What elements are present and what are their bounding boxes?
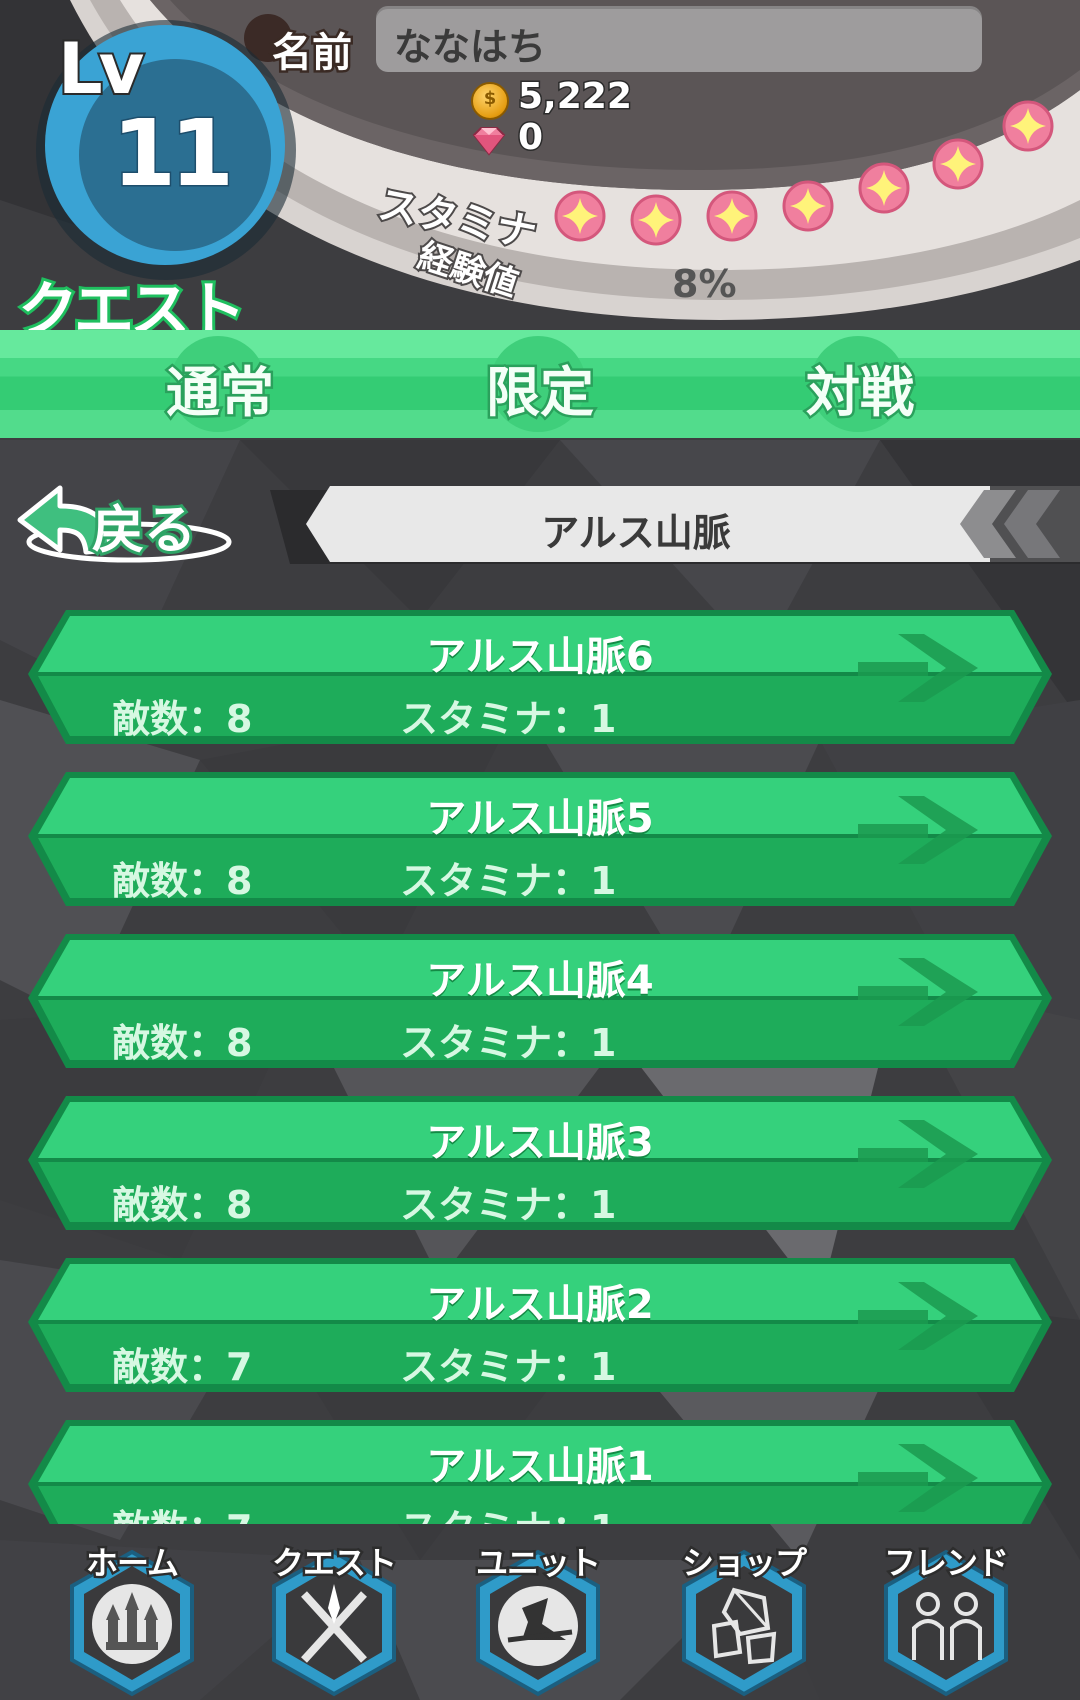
stage-card-1[interactable]: アルス山脈1 敵数：7 スタミナ：1 [28,1416,1052,1524]
stage-list: アルス山脈6 敵数：8 スタミナ：1 アルス山脈5 敵数：8 スタミナ：1 アル… [0,600,1080,1524]
stamina-star-icon [782,180,834,232]
exp-percent: 8% [672,262,737,306]
stage-name: アルス山脈6 [426,634,654,680]
stage-card-5[interactable]: アルス山脈5 敵数：8 スタミナ：1 [28,768,1052,910]
nav-label: ユニット [473,1542,603,1585]
stage-name: アルス山脈4 [426,958,654,1004]
stage-name: アルス山脈2 [426,1282,654,1328]
stage-enemy-count: 敵数：8 [112,1183,253,1227]
stage-name: アルス山脈5 [426,796,654,842]
stage-stamina-cost: スタミナ：1 [400,1345,617,1389]
nav-label: ホーム [83,1542,181,1585]
stage-enemy-count: 敵数：7 [112,1498,252,1524]
gem-icon [472,127,506,156]
stamina-star-icon [706,190,758,242]
stage-enemy-count: 敵数：7 [112,1345,253,1389]
stage-card-6[interactable]: アルス山脈6 敵数：8 スタミナ：1 [28,606,1052,748]
stage-card-2[interactable]: アルス山脈2 敵数：7 スタミナ：1 [28,1254,1052,1396]
coin-icon: $ [471,82,509,120]
quest-tab-bar: 通常 限定 対戦 [0,330,1080,438]
level-label: Lv [56,26,146,112]
stamina-star-icon [1002,100,1054,152]
stage-stamina-cost: スタミナ：1 [400,859,617,903]
back-button[interactable]: 戻る [14,480,244,580]
name-label: 名前 [270,28,355,79]
player-name: ななはち [394,25,547,69]
tab-limited[interactable]: 限定 [380,330,700,438]
nav-friend[interactable]: フレンド [866,1524,1026,1700]
stamina-star-icon [630,194,682,246]
player-status-header: Lv 11 クエスト 名前 ななはち $ 5,222 0 スタミナ 経験値 8% [0,0,1080,349]
nav-label: クエスト [269,1542,399,1585]
stage-card-3[interactable]: アルス山脈3 敵数：8 スタミナ：1 [28,1092,1052,1234]
stamina-star-icon [932,138,984,190]
player-name-field[interactable]: ななはち [376,6,982,72]
stamina-star-icon [554,190,606,242]
nav-quest[interactable]: クエスト [254,1524,414,1700]
area-title: アルス山脈 [541,511,731,555]
nav-unit[interactable]: ユニット [458,1524,618,1700]
tab-battle[interactable]: 対戦 [700,330,1020,438]
stamina-star-icon [858,162,910,214]
stage-enemy-count: 敵数：8 [112,859,253,903]
nav-label: ショップ [679,1542,809,1585]
stage-name: アルス山脈3 [426,1120,654,1166]
tab-label: 限定 [484,359,597,427]
back-label: 戻る [89,498,199,564]
tab-label: 対戦 [804,359,917,427]
stage-card-4[interactable]: アルス山脈4 敵数：8 スタミナ：1 [28,930,1052,1072]
stage-name: アルス山脈1 [426,1444,654,1490]
tab-normal[interactable]: 通常 [60,330,380,438]
nav-shop[interactable]: ショップ [664,1524,824,1700]
tab-label: 通常 [164,359,277,427]
coin-count: 5,222 [517,75,634,119]
nav-home[interactable]: ホーム [52,1524,212,1700]
stage-enemy-count: 敵数：8 [112,1021,253,1065]
area-title-banner: アルス山脈 [270,484,1080,570]
gem-count: 0 [516,116,544,160]
stage-enemy-count: 敵数：8 [112,697,253,741]
stage-stamina-cost: スタミナ：1 [400,1183,617,1227]
stage-stamina-cost: スタミナ：1 [400,697,617,741]
stage-stamina-cost: スタミナ：1 [400,1021,617,1065]
level-value: 11 [110,99,235,209]
stage-stamina-cost: スタミナ：1 [400,1498,616,1524]
bottom-navigation: ホーム クエスト ユニット ショップ フレンド [0,1524,1080,1700]
nav-label: フレンド [881,1542,1011,1585]
